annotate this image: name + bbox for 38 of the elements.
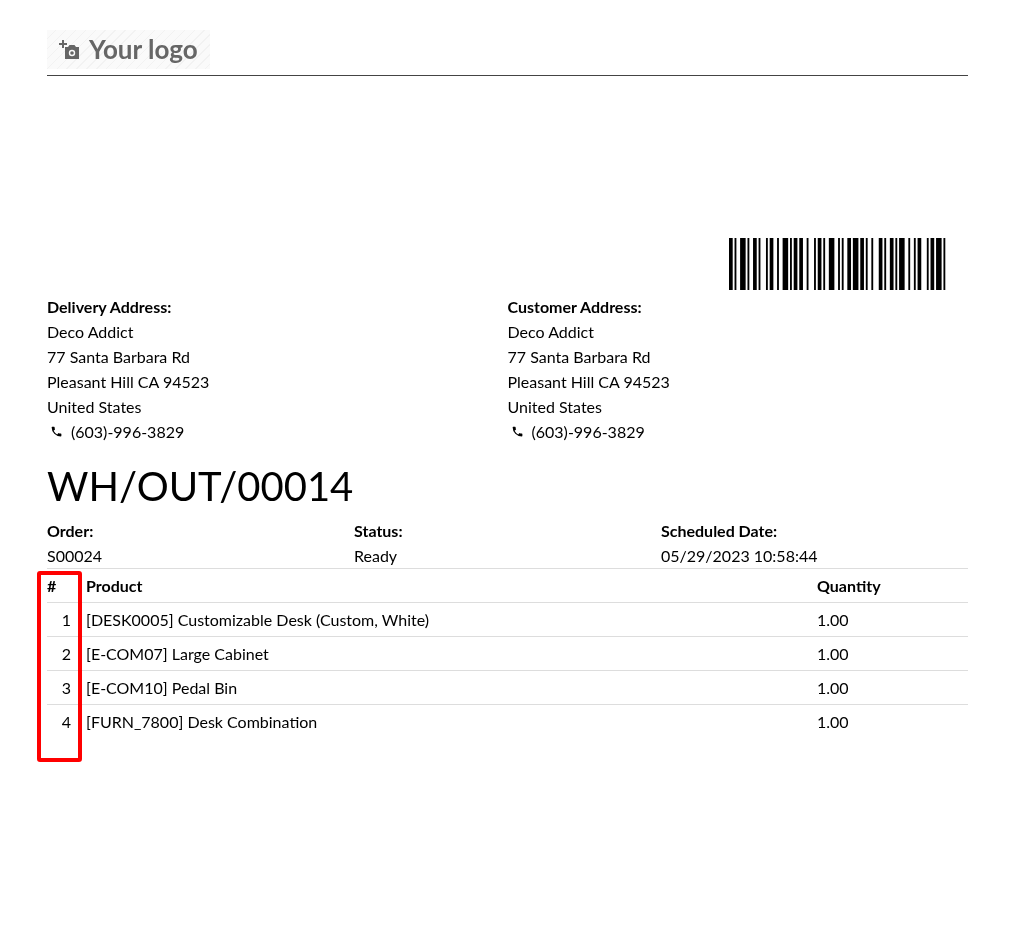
column-header: Product — [86, 568, 817, 603]
phone-number: (603)-996-3829 — [71, 421, 185, 443]
logo-text: Your logo — [89, 32, 198, 67]
address-line: United States — [47, 396, 143, 418]
address-line: Pleasant Hill CA 94523 — [47, 371, 211, 393]
info-value: 05/29/2023 10:58:44 — [661, 545, 819, 567]
table-cell: [E-COM10] Pedal Bin — [86, 670, 817, 705]
info-label: Scheduled Date: — [661, 520, 779, 542]
info-value: S00024 — [47, 545, 104, 567]
address-line: 77 Santa Barbara Rd — [47, 346, 191, 368]
info-label: Order: — [47, 520, 95, 542]
table-cell: [DESK0005] Customizable Desk (Custom, White) — [86, 602, 817, 637]
phone-number: (603)-996-3829 — [531, 421, 645, 443]
table-cell: 1.00 — [817, 704, 968, 739]
table-cell: 4 — [47, 704, 86, 739]
table-cell: 1.00 — [817, 636, 968, 671]
address-heading: Customer Address: — [507, 296, 643, 318]
address-line: Deco Addict — [47, 321, 135, 343]
address-line: Deco Addict — [507, 321, 595, 343]
phone-icon — [50, 425, 63, 438]
table-cell: 2 — [47, 636, 86, 671]
table-cell: 3 — [47, 670, 86, 705]
table-cell: 1 — [47, 602, 86, 637]
address-line: 77 Santa Barbara Rd — [507, 346, 652, 368]
info-value: Ready — [354, 545, 399, 567]
table-cell: [E-COM07] Large Cabinet — [86, 636, 817, 671]
column-header: Quantity — [817, 568, 968, 603]
address-line: Pleasant Hill CA 94523 — [507, 371, 671, 393]
info-label: Status: — [354, 520, 404, 542]
address-line: United States — [507, 396, 603, 418]
address-heading: Delivery Address: — [47, 296, 173, 318]
table-cell: 1.00 — [817, 670, 968, 705]
camera-icon — [59, 39, 81, 60]
column-header: # — [47, 568, 86, 603]
table-cell: 1.00 — [817, 602, 968, 637]
phone-icon — [510, 425, 524, 438]
table-cell: [FURN_7800] Desk Combination — [86, 704, 817, 739]
document-title: WH/OUT/00014 — [47, 462, 355, 510]
